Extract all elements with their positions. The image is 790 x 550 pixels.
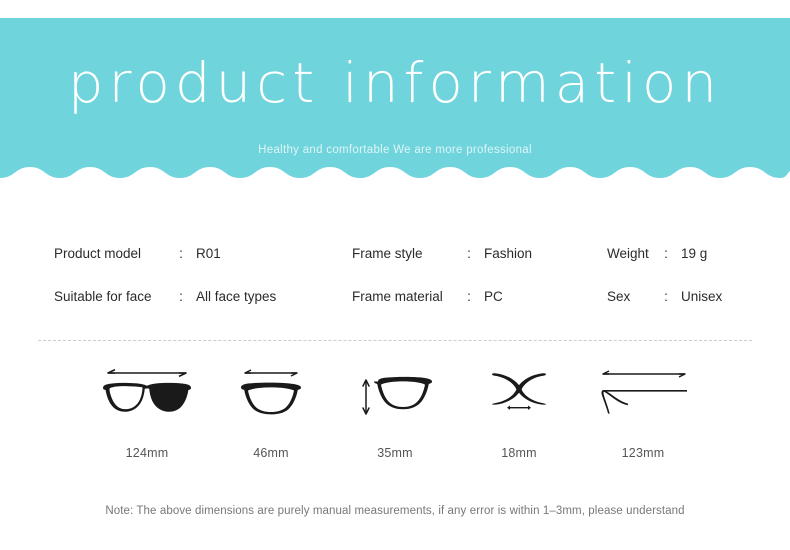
footer-note: Note: The above dimensions are purely ma… — [105, 505, 685, 517]
spec-suitable-for-face: Suitable for face : All face types — [54, 275, 276, 318]
lens-height-icon — [356, 362, 434, 424]
spec-label: Weight — [607, 246, 649, 261]
spec-weight: Weight : 19 g — [607, 232, 707, 275]
spec-value: PC — [484, 289, 503, 304]
banner-subtitle: Healthy and comfortable We are more prof… — [258, 144, 532, 156]
dimension-label: 46mm — [253, 446, 289, 460]
spec-value: All face types — [196, 289, 277, 304]
spec-colon: : — [664, 289, 668, 304]
spec-label: Sex — [607, 289, 631, 304]
section-divider — [38, 340, 752, 341]
spec-colon: : — [467, 289, 471, 304]
product-information-page: product information Healthy and comforta… — [0, 0, 790, 550]
dimension-label: 124mm — [125, 446, 169, 460]
spec-table: Product model : R01 Frame style : Fashio… — [0, 232, 790, 318]
spec-colon: : — [467, 246, 471, 261]
wave-divider-icon — [0, 167, 790, 190]
bridge-width-icon — [488, 362, 550, 424]
spec-label: Frame material — [352, 289, 443, 304]
dimension-item: 46mm — [209, 362, 333, 460]
spec-frame-material: Frame material : PC — [352, 275, 503, 318]
temple-arm-length-icon — [595, 362, 691, 424]
spec-label: Suitable for face — [54, 289, 152, 304]
header-banner: product information Healthy and comforta… — [0, 18, 790, 190]
dimension-item: 18mm — [457, 362, 581, 460]
spec-label: Product model — [54, 246, 142, 261]
dimension-item: 35mm — [333, 362, 457, 460]
dimension-label: 123mm — [621, 446, 665, 460]
spec-value: 19 g — [681, 246, 708, 261]
spec-product-model: Product model : R01 — [54, 232, 221, 275]
dimension-list: 124mm 46mm 35mm 18mm 123mm — [0, 362, 790, 460]
spec-value: R01 — [196, 246, 221, 261]
spec-sex: Sex : Unisex — [607, 275, 722, 318]
page-title: product information — [67, 51, 723, 115]
dimension-item: 123mm — [581, 362, 705, 460]
dimension-label: 18mm — [501, 446, 537, 460]
spec-row: Suitable for face : All face types Frame… — [0, 275, 790, 318]
eyeglasses-front-width-icon — [99, 362, 195, 424]
spec-colon: : — [179, 289, 183, 304]
lens-width-icon — [233, 362, 309, 424]
spec-label: Frame style — [352, 246, 423, 261]
spec-colon: : — [179, 246, 183, 261]
spec-value: Unisex — [681, 289, 723, 304]
spec-colon: : — [664, 246, 668, 261]
dimension-label: 35mm — [377, 446, 413, 460]
spec-row: Product model : R01 Frame style : Fashio… — [0, 232, 790, 275]
spec-frame-style: Frame style : Fashion — [352, 232, 532, 275]
spec-value: Fashion — [484, 246, 533, 261]
dimension-item: 124mm — [85, 362, 209, 460]
